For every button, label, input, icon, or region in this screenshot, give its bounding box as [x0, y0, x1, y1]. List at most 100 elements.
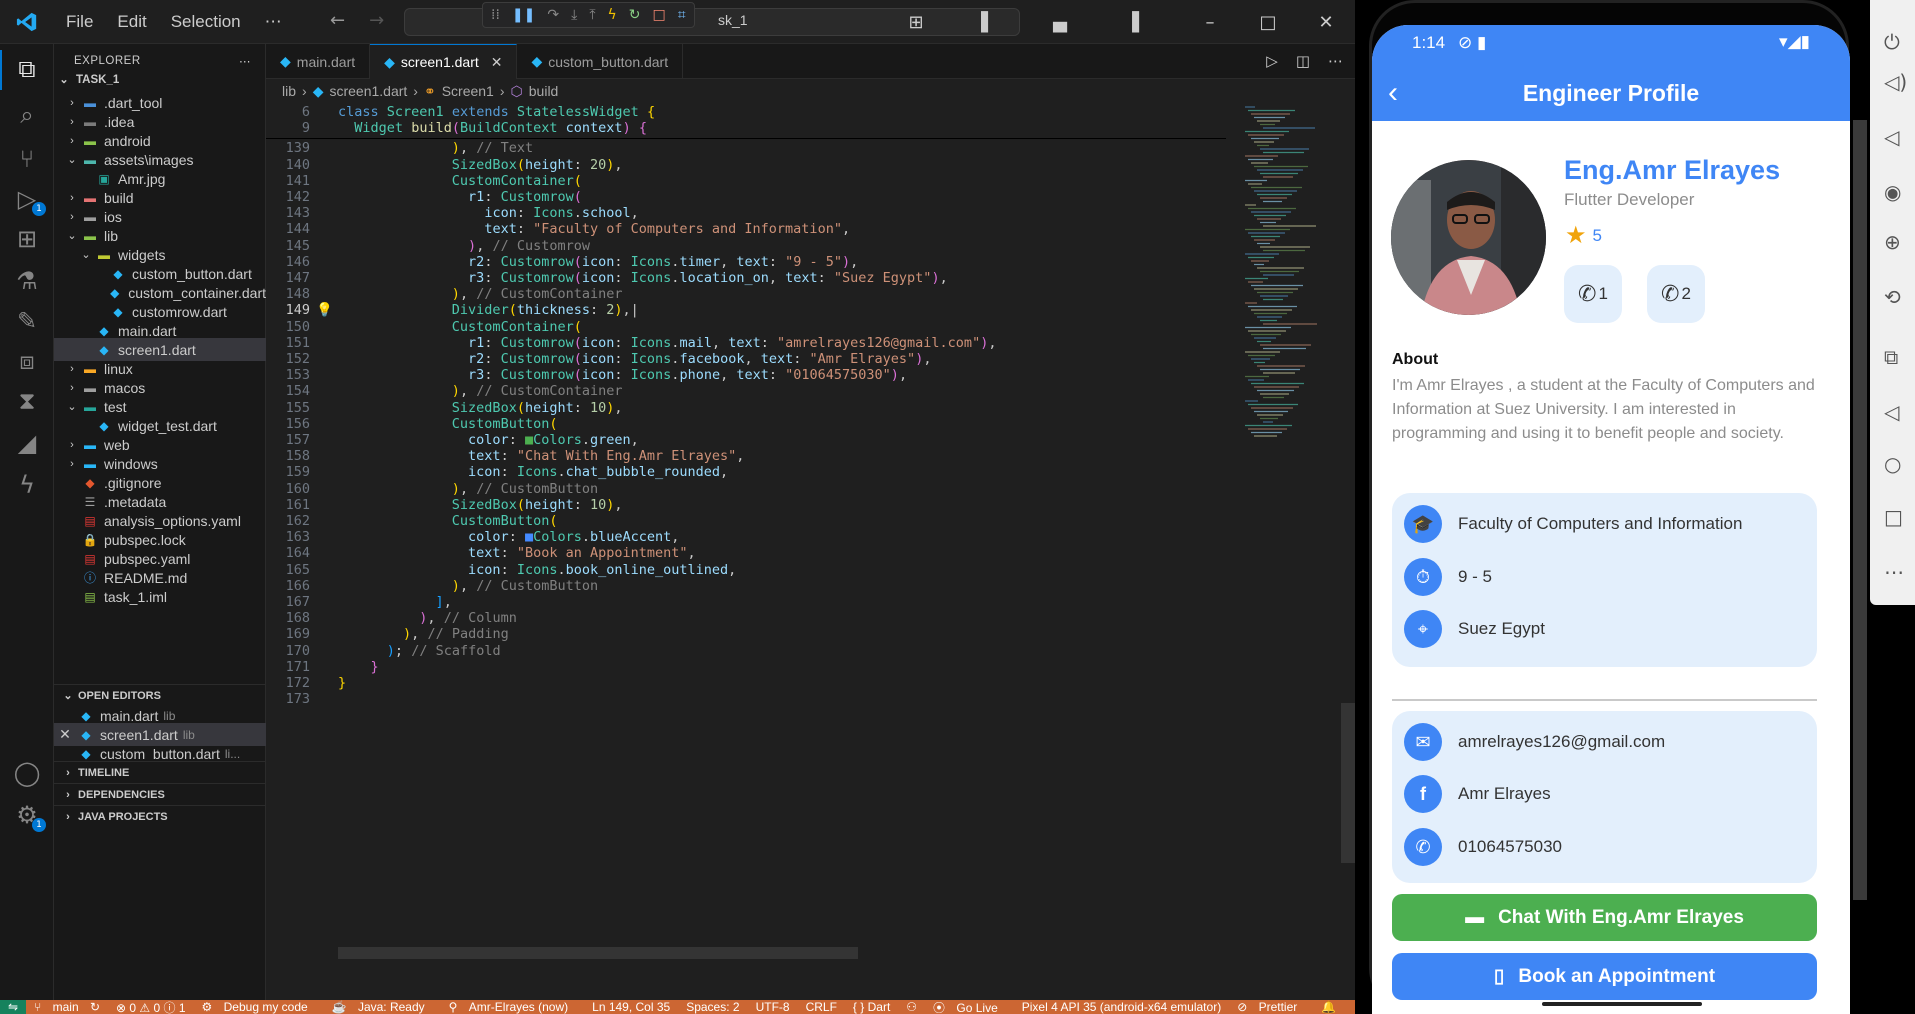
- code-line[interactable]: 9 Widget build(BuildContext context) {: [266, 119, 1226, 139]
- account-icon[interactable]: ◯: [12, 758, 42, 788]
- copilot-icon[interactable]: ⚇: [898, 1000, 925, 1014]
- back-arrow-icon[interactable]: ‹: [1388, 76, 1398, 110]
- tab-screen1-dart[interactable]: ◆ screen1.dart ✕: [370, 44, 518, 79]
- phone-icon: ✆: [1404, 828, 1442, 866]
- inspect-icon[interactable]: ⌗: [678, 7, 686, 23]
- rotate-icon[interactable]: ⟲: [1884, 285, 1901, 309]
- split-editor-icon[interactable]: ◫: [1296, 52, 1310, 70]
- window-controls: ⊞ ▌ ▄ ▐ – □ ✕: [887, 0, 1355, 44]
- maximize-button[interactable]: □: [1239, 12, 1297, 33]
- edit-icon[interactable]: ✎: [12, 306, 42, 336]
- camera-icon[interactable]: ◉: [1884, 180, 1901, 204]
- vertical-scrollbar[interactable]: [1341, 703, 1355, 863]
- close-window-button[interactable]: ✕: [1297, 12, 1355, 33]
- restart-icon[interactable]: ↻: [629, 7, 641, 23]
- home-icon[interactable]: ○: [1884, 452, 1901, 476]
- remote-icon[interactable]: ⇋: [0, 1000, 27, 1014]
- explorer-icon[interactable]: ⧉: [12, 54, 42, 84]
- customize-layout-icon[interactable]: ⊞: [887, 12, 945, 33]
- close-tab-icon[interactable]: ✕: [491, 54, 503, 71]
- call-button-1[interactable]: ✆ 1: [1564, 265, 1622, 323]
- hot-reload-icon[interactable]: ϟ: [608, 7, 617, 23]
- overview-icon[interactable]: □: [1884, 505, 1903, 529]
- fold-icon[interactable]: ⧉: [1884, 345, 1898, 369]
- go-live[interactable]: ⦿ Go Live: [925, 1000, 1014, 1014]
- more-actions-icon[interactable]: ⋯: [1328, 52, 1343, 70]
- extensions-icon[interactable]: ⊞: [12, 224, 42, 254]
- java-projects-section[interactable]: › JAVA PROJECTS: [54, 805, 266, 827]
- menu-more[interactable]: ⋯: [253, 12, 294, 32]
- dart-icon: ◆: [110, 285, 120, 300]
- volume-up-icon[interactable]: ◁): [1884, 70, 1907, 94]
- drag-handle-icon[interactable]: ⁞⁞: [491, 7, 500, 23]
- step-out-icon[interactable]: ⤒: [589, 7, 595, 23]
- run-debug-icon[interactable]: ▷ 1: [12, 184, 46, 216]
- language-mode[interactable]: { } Dart: [845, 1000, 898, 1014]
- horizontal-scrollbar[interactable]: [338, 947, 858, 959]
- folder-icon: ▬: [84, 95, 96, 110]
- volume-down-icon[interactable]: ◁: [1884, 125, 1899, 149]
- stop-icon[interactable]: □: [653, 7, 666, 23]
- more-actions-icon[interactable]: ⋯: [239, 54, 251, 68]
- tree-item[interactable]: ▤ task_1.iml: [54, 585, 266, 608]
- image-icon: ▣: [98, 171, 110, 186]
- call-button-2[interactable]: ✆ 2: [1647, 265, 1705, 323]
- minimap[interactable]: [1241, 103, 1331, 483]
- flutter-icon[interactable]: ◢: [12, 428, 42, 458]
- book-appointment-button[interactable]: ▯ Book an Appointment: [1392, 953, 1817, 1000]
- menu-file[interactable]: File: [54, 12, 105, 32]
- step-into-icon[interactable]: ⤓: [571, 7, 577, 23]
- dependencies-section[interactable]: › DEPENDENCIES: [54, 783, 266, 805]
- source-control-icon[interactable]: ⑂: [12, 144, 42, 174]
- close-icon[interactable]: ✕: [54, 726, 76, 743]
- menu-selection[interactable]: Selection: [159, 12, 253, 32]
- search-icon[interactable]: ⌕: [12, 100, 42, 130]
- nav-arrows: ← →: [330, 10, 384, 31]
- branch-indicator[interactable]: ⑂ main ↻: [26, 1000, 108, 1014]
- code-line[interactable]: 173: [266, 690, 1226, 710]
- run-icon[interactable]: ▷: [1266, 52, 1278, 70]
- clock: 1:14: [1412, 33, 1446, 52]
- step-over-icon[interactable]: ↷: [547, 7, 559, 23]
- device-selector[interactable]: Pixel 4 API 35 (android-x64 emulator): [1014, 1000, 1229, 1014]
- chat-button[interactable]: ▬ Chat With Eng.Amr Elrayes: [1392, 894, 1817, 941]
- cursor-position[interactable]: Ln 149, Col 35: [584, 1000, 678, 1014]
- divider: [1392, 699, 1817, 701]
- gear-icon[interactable]: ⚙ 1: [12, 800, 46, 832]
- indentation[interactable]: Spaces: 2: [678, 1000, 747, 1014]
- toggle-secondary-sidebar-icon[interactable]: ▐: [1103, 12, 1161, 33]
- problems-indicator[interactable]: ⊗ 0 ⚠ 0 ⓘ 1: [108, 1000, 194, 1014]
- toggle-sidebar-icon[interactable]: ▌: [959, 12, 1017, 33]
- toggle-panel-icon[interactable]: ▄: [1031, 12, 1089, 33]
- notifications-icon[interactable]: 🔔: [1313, 1000, 1344, 1014]
- prettier-status[interactable]: ⊘ Prettier: [1229, 1000, 1313, 1014]
- debug-toolbar: ⁞⁞ ❚❚ ↷ ⤓ ⤒ ϟ ↻ □ ⌗: [482, 2, 695, 28]
- pause-icon[interactable]: ❚❚: [512, 7, 535, 23]
- workspace-root[interactable]: ⌄ TASK_1: [54, 68, 266, 91]
- tab-custom-button-dart[interactable]: ◆ custom_button.dart: [517, 44, 684, 79]
- live-share-status[interactable]: ⚲ Amr-Elrayes (now): [441, 1000, 584, 1014]
- chevron-down-icon: ⌄: [63, 690, 73, 702]
- timeline-section[interactable]: › TIMELINE: [54, 761, 266, 783]
- minimize-button[interactable]: –: [1181, 12, 1239, 33]
- tab-main-dart[interactable]: ◆ main.dart: [266, 44, 371, 79]
- python-icon[interactable]: ⧗: [12, 386, 42, 416]
- open-editors-section[interactable]: ⌄ OPEN EDITORS: [54, 684, 266, 706]
- back-arrow-icon[interactable]: ←: [330, 10, 345, 31]
- remote-explorer-icon[interactable]: ⧈: [12, 346, 42, 376]
- active-indicator: [0, 50, 2, 90]
- zoom-icon[interactable]: ⊕: [1884, 230, 1901, 254]
- back-icon[interactable]: ◁: [1884, 400, 1899, 424]
- eol[interactable]: CRLF: [798, 1000, 845, 1014]
- power-icon[interactable]: ⏻: [1884, 30, 1900, 54]
- menu-edit[interactable]: Edit: [105, 12, 158, 32]
- code-editor[interactable]: 6 class Screen1 extends StatelessWidget {…: [266, 103, 1226, 963]
- encoding[interactable]: UTF-8: [748, 1000, 798, 1014]
- phone-screen: 1:14 ⊘ ▮ ▾◢▮ ‹ Engineer Profile Eng.Amr …: [1372, 25, 1850, 1014]
- thunder-icon[interactable]: ϟ: [12, 470, 42, 500]
- debug-indicator[interactable]: ⚙ Debug my code: [194, 1000, 324, 1014]
- java-status[interactable]: ☕ Java: Ready: [324, 1000, 441, 1014]
- forward-arrow-icon[interactable]: →: [369, 10, 384, 31]
- testing-icon[interactable]: ⚗: [12, 266, 42, 296]
- more-icon[interactable]: ⋯: [1884, 560, 1904, 584]
